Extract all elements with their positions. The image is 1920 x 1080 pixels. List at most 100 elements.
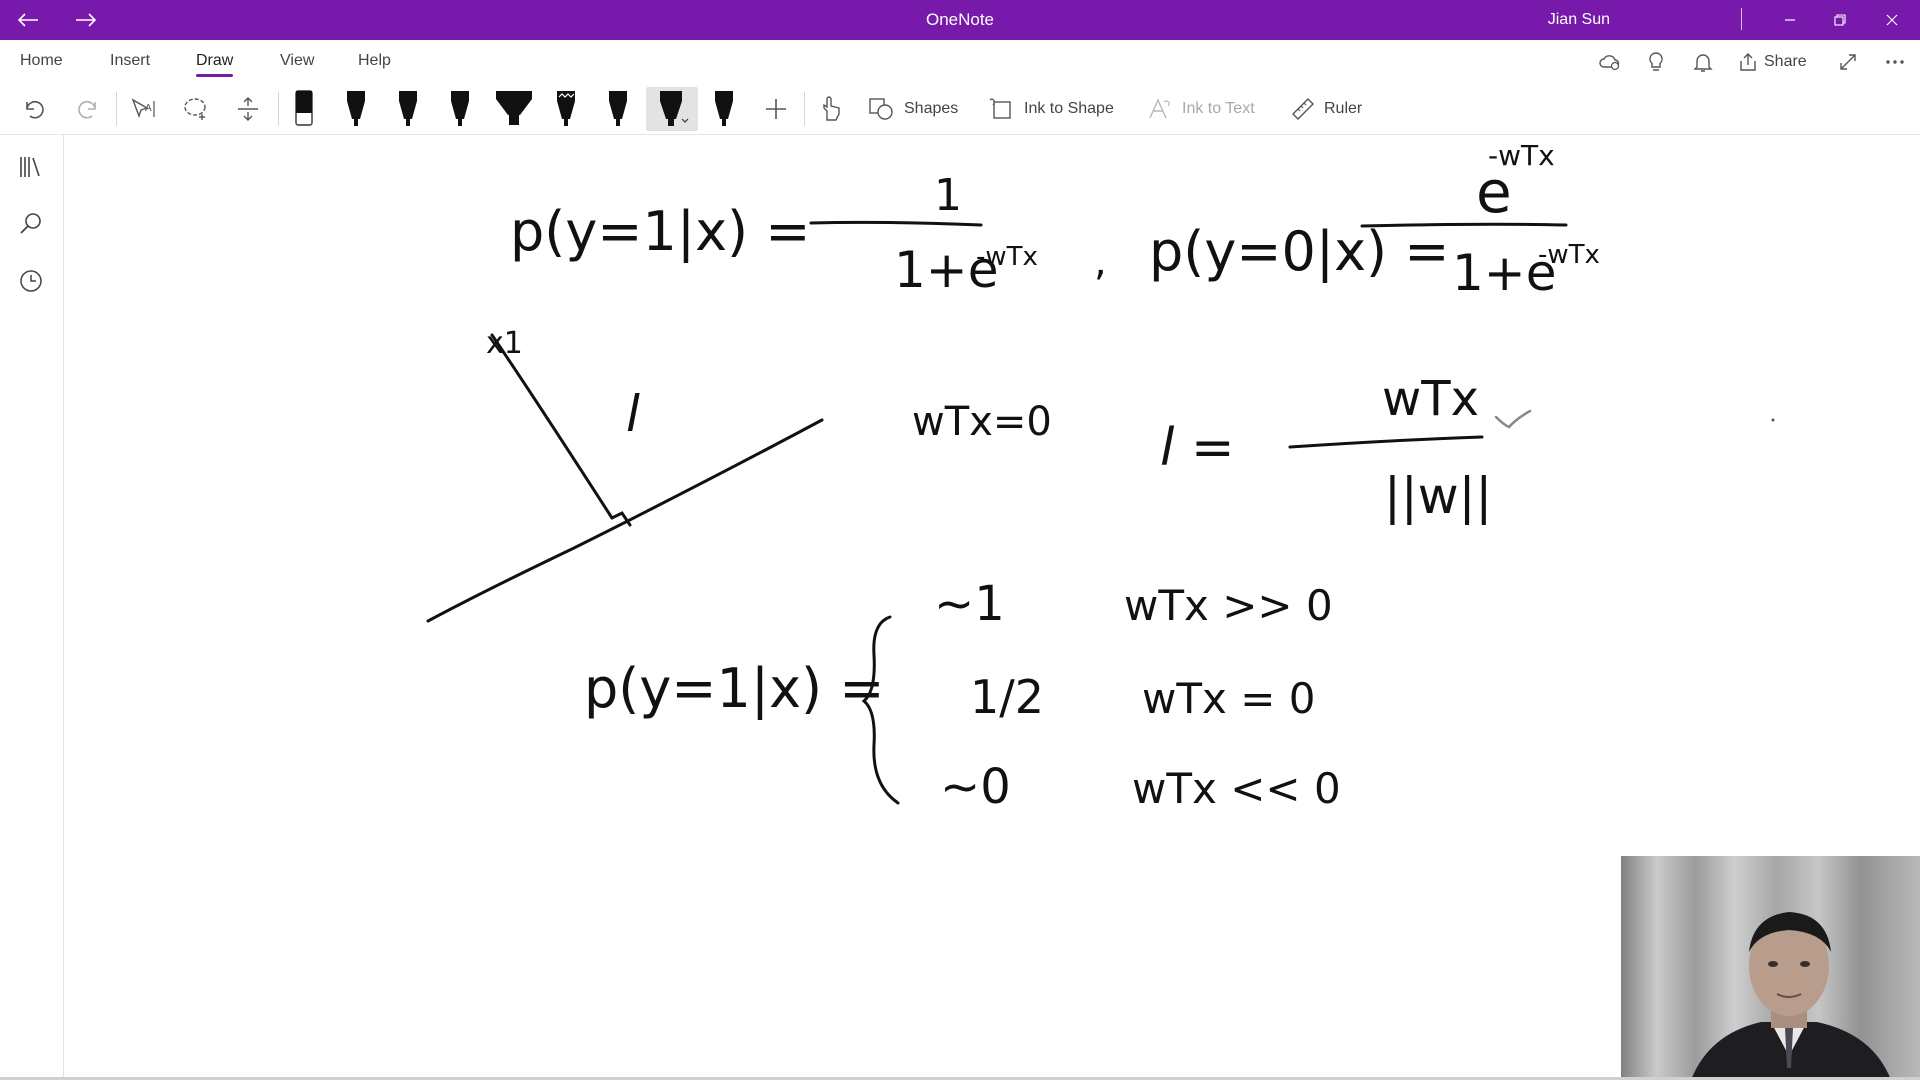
search-button[interactable]: [13, 205, 49, 241]
tab-view[interactable]: View: [280, 52, 314, 70]
ink-to-shape-label: Ink to Shape: [1024, 100, 1114, 117]
eraser-icon: [295, 90, 313, 126]
back-button[interactable]: [10, 0, 46, 40]
sync-status-button[interactable]: [1598, 42, 1622, 82]
eq-top-right-lhs: p(y=0|x) =: [1149, 220, 1450, 283]
close-button[interactable]: [1870, 0, 1914, 40]
dist-den: ||w||: [1384, 467, 1492, 525]
pen-selected[interactable]: [646, 87, 698, 131]
ruler-button[interactable]: Ruler: [1290, 87, 1380, 131]
shapes-button[interactable]: Shapes: [868, 87, 968, 131]
add-space-icon: [238, 97, 258, 121]
arrow-left-icon: [17, 13, 38, 27]
piece-case-2-condition: wTx = 0: [1142, 674, 1315, 723]
ellipsis-icon: [1886, 60, 1904, 64]
decision-boundary-line: [426, 418, 824, 623]
cloud-sync-icon: [1599, 55, 1620, 71]
arrow-right-icon: [76, 13, 97, 27]
pen-black-3[interactable]: [442, 87, 478, 131]
draw-toolbar: A Shapes Ink to Shape Ink to Text Ruler: [0, 84, 1920, 135]
share-label: Share: [1764, 53, 1807, 70]
toolbar-divider: [278, 92, 279, 126]
add-pen-button[interactable]: [758, 87, 794, 131]
tab-home[interactable]: Home: [20, 52, 63, 70]
highlighter-black-1[interactable]: [492, 87, 536, 131]
eraser-button[interactable]: [286, 87, 322, 131]
more-options-button[interactable]: [1885, 42, 1905, 82]
tab-help[interactable]: Help: [358, 52, 391, 70]
library-icon: [20, 157, 40, 177]
eq-top-left-lhs: p(y=1|x) =: [510, 200, 811, 263]
pen-black-2[interactable]: [390, 87, 426, 131]
presenter-video: [1621, 856, 1920, 1080]
forward-button[interactable]: [68, 0, 104, 40]
tab-draw[interactable]: Draw: [196, 52, 234, 77]
search-icon: [20, 213, 41, 234]
expand-icon: [1840, 54, 1856, 70]
touch-draw-button[interactable]: [812, 87, 852, 131]
notebooks-button[interactable]: [13, 149, 49, 185]
fraction-bar-1: [809, 220, 983, 227]
shapes-label: Shapes: [904, 100, 959, 117]
piece-case-1-condition: wTx >> 0: [1124, 581, 1333, 630]
redo-icon: [78, 100, 96, 119]
minimize-icon: [1785, 19, 1795, 21]
add-space-button[interactable]: [228, 87, 268, 131]
full-page-view-button[interactable]: [1838, 42, 1858, 82]
check-mark: [1494, 409, 1532, 429]
shapes-icon: [869, 98, 893, 120]
title-bar: OneNote Jian Sun: [0, 0, 1920, 40]
highlighter-icon: [496, 91, 532, 125]
eq-top-left-den-exp: -wTx: [976, 242, 1038, 272]
ink-dot: [1771, 418, 1775, 422]
pen-black-1[interactable]: [338, 87, 374, 131]
lightbulb-icon: [1649, 52, 1663, 71]
piece-case-1-value: ~1: [934, 576, 1005, 632]
pen-icon: [660, 91, 689, 126]
tab-insert[interactable]: Insert: [110, 52, 150, 70]
lasso-icon: [184, 98, 206, 120]
piece-lhs: p(y=1|x) =: [584, 657, 885, 720]
pen-black-4[interactable]: [600, 87, 636, 131]
galaxy-pen-icon: [557, 91, 575, 126]
notifications-button[interactable]: [1693, 42, 1713, 82]
ink-to-shape-button[interactable]: Ink to Shape: [988, 87, 1128, 131]
ribbon-tabs: Home Insert Draw View Help: [0, 40, 1920, 84]
close-icon: [1886, 14, 1898, 26]
lasso-select-button[interactable]: [176, 87, 216, 131]
type-select-button[interactable]: A: [124, 87, 164, 131]
plus-icon: [766, 99, 786, 119]
redo-button[interactable]: [70, 87, 106, 131]
svg-text:A: A: [145, 103, 152, 114]
distance-segment: [490, 333, 614, 520]
undo-button[interactable]: [16, 87, 52, 131]
pen-icon: [609, 91, 627, 126]
eq-top-right-num-exp: -wTx: [1488, 139, 1555, 172]
toolbar-divider: [804, 92, 805, 126]
onenote-window: OneNote Jian Sun Home Insert Draw View H…: [0, 0, 1920, 1080]
user-name[interactable]: Jian Sun: [1548, 0, 1610, 40]
pen-galaxy[interactable]: [548, 87, 584, 131]
tell-me-button[interactable]: [1646, 42, 1666, 82]
share-button[interactable]: Share: [1738, 42, 1807, 82]
eq-top-left-num: 1: [934, 170, 962, 221]
eq-top-right-den-exp: -wTx: [1538, 240, 1600, 270]
pen-icon: [399, 91, 417, 126]
ink-to-text-icon: [1149, 98, 1170, 119]
dist-num: wTx: [1382, 371, 1479, 427]
webcam-overlay: [1621, 856, 1920, 1080]
restore-button[interactable]: [1818, 0, 1862, 40]
hand-touch-icon: [823, 96, 840, 121]
clock-icon: [20, 270, 42, 292]
eq-comma: ,: [1094, 239, 1107, 285]
distance-label: l: [626, 385, 640, 443]
minimize-button[interactable]: [1768, 0, 1812, 40]
recent-notes-button[interactable]: [13, 263, 49, 299]
ruler-label: Ruler: [1324, 100, 1363, 117]
undo-icon: [26, 100, 44, 119]
line-label: wTx=0: [912, 399, 1052, 445]
pen-black-5[interactable]: [706, 87, 742, 131]
restore-icon: [1834, 14, 1846, 26]
ink-to-text-button[interactable]: Ink to Text: [1146, 87, 1276, 131]
share-icon: [1740, 53, 1756, 71]
